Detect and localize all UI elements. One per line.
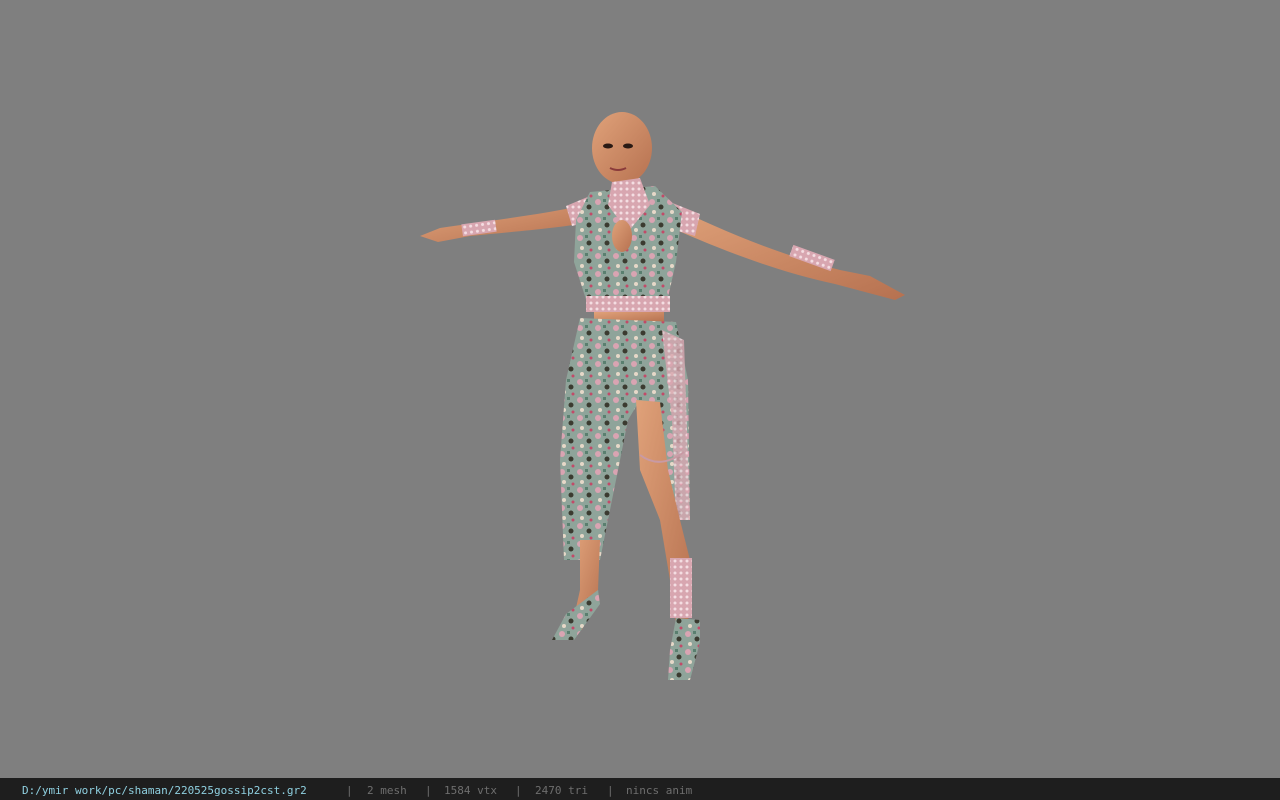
separator: | (607, 784, 614, 797)
leg-lace (670, 558, 692, 618)
separator: | (515, 784, 522, 797)
cleavage (612, 220, 632, 252)
file-path: D:/ymir work/pc/shaman/220525gossip2cst.… (22, 784, 307, 797)
waist-band (586, 296, 670, 312)
character-model[interactable] (0, 0, 1280, 778)
left-arm (420, 205, 592, 242)
separator: | (425, 784, 432, 797)
triangle-count: 2470 tri (535, 784, 588, 797)
right-arm (665, 205, 905, 300)
animation-status: nincs anim (626, 784, 693, 797)
3d-viewport[interactable] (0, 0, 1280, 778)
head (592, 112, 652, 184)
left-shoe (552, 590, 600, 640)
separator: | (346, 784, 353, 797)
right-shoe (668, 618, 700, 680)
right-eye (623, 143, 633, 149)
vertex-count: 1584 vtx (444, 784, 497, 797)
mesh-count: 2 mesh (367, 784, 407, 797)
status-bar: D:/ymir work/pc/shaman/220525gossip2cst.… (0, 778, 1280, 800)
left-eye (603, 143, 613, 149)
